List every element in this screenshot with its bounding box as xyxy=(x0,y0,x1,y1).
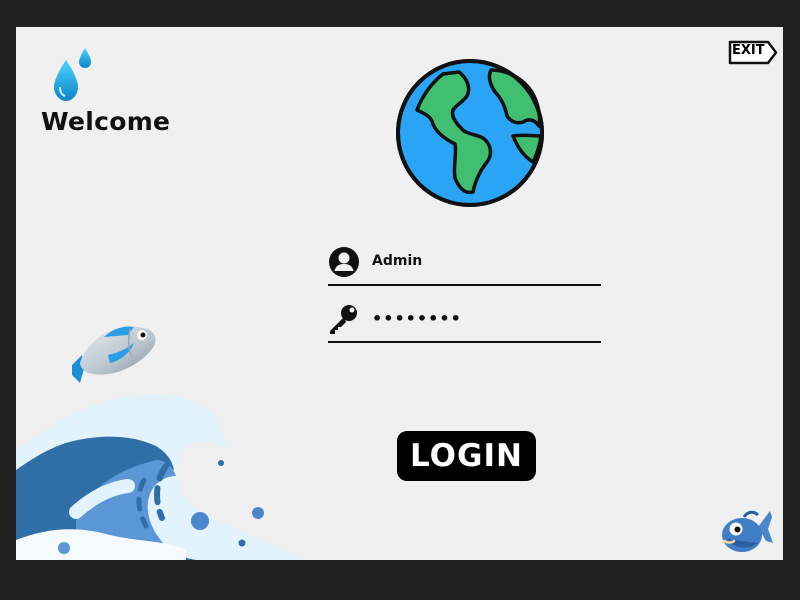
fish-mascot-icon xyxy=(722,510,773,552)
user-icon xyxy=(329,247,359,277)
username-input[interactable] xyxy=(372,250,592,272)
password-field xyxy=(328,301,601,343)
key-icon xyxy=(330,305,357,334)
welcome-title: Welcome xyxy=(41,107,171,136)
wave-icon xyxy=(16,394,306,560)
username-field xyxy=(328,244,601,286)
app-window: Welcome EXIT LOGIN xyxy=(16,27,783,560)
login-button[interactable]: LOGIN xyxy=(397,431,536,481)
globe-icon xyxy=(396,59,544,207)
exit-label: EXIT xyxy=(732,43,765,58)
password-input[interactable] xyxy=(372,307,592,329)
fish-icon xyxy=(72,326,156,383)
water-drops-icon xyxy=(54,48,91,101)
exit-button[interactable]: EXIT xyxy=(728,40,778,65)
